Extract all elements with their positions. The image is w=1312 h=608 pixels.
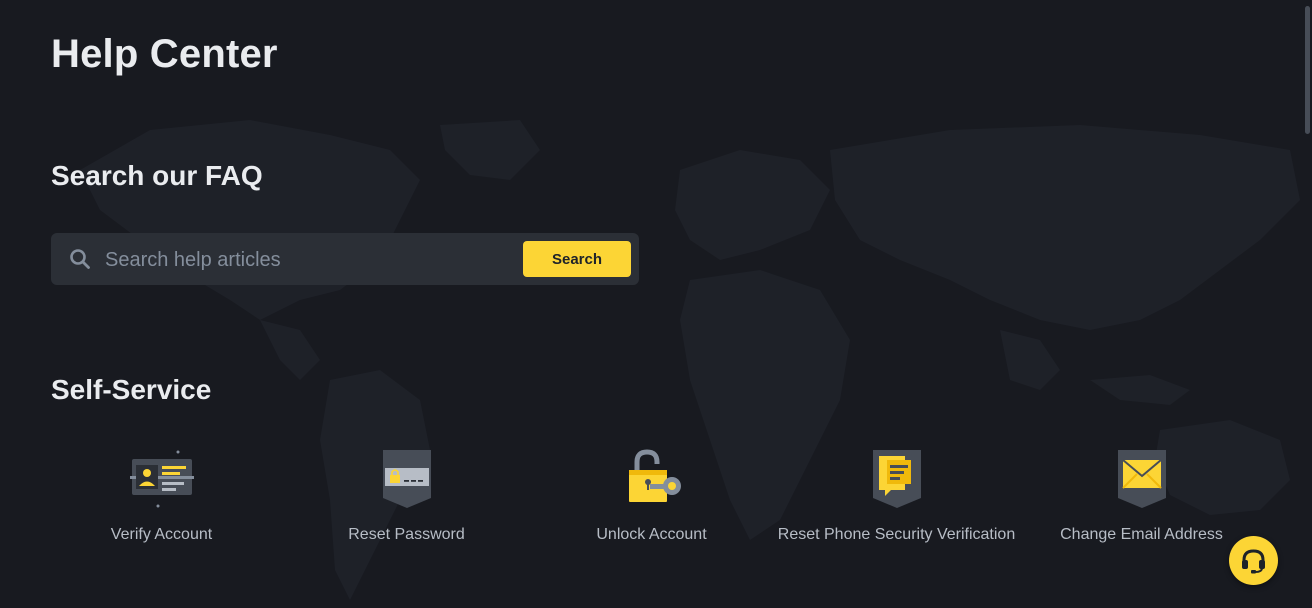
headset-icon: [1242, 549, 1265, 574]
unlock-account-item[interactable]: Unlock Account: [529, 446, 774, 547]
service-label: Verify Account: [110, 526, 213, 543]
page-title: Help Center: [51, 32, 278, 76]
support-chat-button[interactable]: [1229, 536, 1278, 585]
service-label: Change Email Address: [1060, 526, 1223, 543]
service-label: Reset Phone Security Verification: [777, 526, 1016, 543]
password-shield-icon: [382, 450, 431, 508]
service-label: Unlock Account: [596, 526, 707, 543]
help-center-page: Help Center Search our FAQ Search Self-S…: [0, 0, 1312, 608]
page-scrollbar[interactable]: [1302, 0, 1312, 608]
verify-account-item[interactable]: Verify Account: [39, 446, 284, 547]
unlock-key-icon: [628, 449, 681, 502]
service-label: Reset Password: [348, 526, 465, 543]
email-shield-icon: [1117, 450, 1166, 508]
reset-phone-security-item[interactable]: Reset Phone Security Verification: [774, 446, 1019, 547]
id-card-icon: [129, 450, 194, 508]
search-bar: Search: [51, 233, 639, 285]
search-input[interactable]: [103, 241, 562, 279]
change-email-item[interactable]: Change Email Address: [1019, 446, 1264, 547]
reset-password-item[interactable]: Reset Password: [284, 446, 529, 547]
self-service-list: Verify Account Reset Password Unlock Acc…: [39, 446, 1263, 586]
scrollbar-thumb[interactable]: [1305, 6, 1310, 134]
faq-heading: Search our FAQ: [51, 160, 263, 191]
search-icon: [70, 249, 90, 269]
search-button[interactable]: Search: [523, 241, 631, 277]
phone-verification-shield-icon: [872, 450, 921, 508]
self-service-heading: Self-Service: [51, 374, 212, 405]
